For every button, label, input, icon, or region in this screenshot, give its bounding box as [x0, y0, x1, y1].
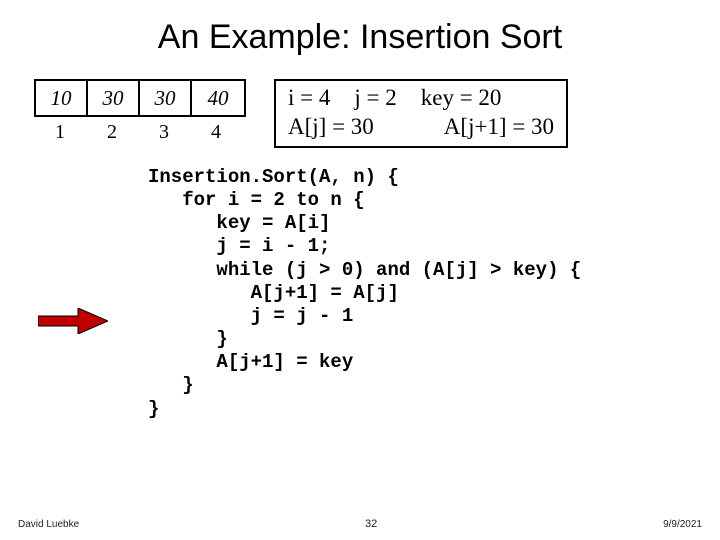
footer-date: 9/9/2021 [663, 519, 702, 530]
state-j: j = 2 [354, 83, 396, 112]
state-box: i = 4 j = 2 key = 20 A[j] = 30 A[j+1] = … [274, 79, 568, 148]
state-row-2: A[j] = 30 A[j+1] = 30 [288, 112, 554, 141]
pointer-arrow-icon [38, 308, 108, 334]
state-row-1: i = 4 j = 2 key = 20 [288, 83, 554, 112]
array-cell: 30 [88, 81, 140, 115]
array-index: 1 [34, 121, 86, 144]
array-index: 3 [138, 121, 190, 144]
state-aj: A[j] = 30 [288, 112, 374, 141]
array-index: 2 [86, 121, 138, 144]
array-visual: 10 30 30 40 1 2 3 4 [34, 79, 246, 144]
array-cells: 10 30 30 40 [34, 79, 246, 117]
state-i: i = 4 [288, 83, 330, 112]
slide-title: An Example: Insertion Sort [30, 18, 690, 57]
array-index: 4 [190, 121, 242, 144]
array-cell: 30 [140, 81, 192, 115]
slide: An Example: Insertion Sort 10 30 30 40 1… [0, 0, 720, 540]
array-indices: 1 2 3 4 [34, 121, 246, 144]
code-block: Insertion.Sort(A, n) { for i = 2 to n { … [148, 166, 690, 421]
top-row: 10 30 30 40 1 2 3 4 i = 4 j = 2 key = 20… [34, 79, 690, 148]
array-cell: 40 [192, 81, 244, 115]
footer-page: 32 [365, 518, 377, 530]
array-cell: 10 [36, 81, 88, 115]
footer: David Luebke 32 9/9/2021 [18, 518, 702, 530]
footer-author: David Luebke [18, 519, 79, 530]
state-key: key = 20 [421, 83, 502, 112]
state-aj1: A[j+1] = 30 [444, 112, 554, 141]
